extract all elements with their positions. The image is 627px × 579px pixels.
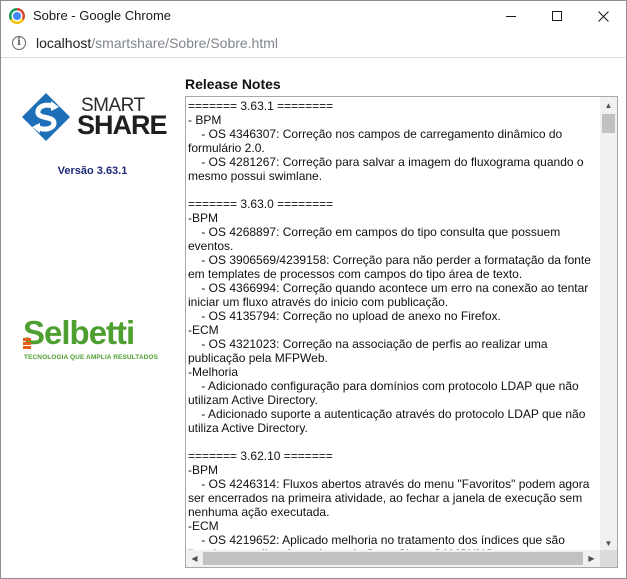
release-notes-text: ======= 3.63.1 ======== - BPM - OS 43463… <box>188 99 591 561</box>
smartshare-mark-icon <box>22 93 70 141</box>
left-panel: SMART SHARE Versão 3.63.1 Selbetti TECNO… <box>1 59 184 579</box>
selbetti-logo: Selbetti TECNOLOGIA QUE AMPLIA RESULTADO… <box>23 314 173 374</box>
scroll-left-icon[interactable]: ◀ <box>186 550 203 567</box>
minimize-icon <box>506 15 516 17</box>
url-text[interactable]: localhost/smartshare/Sobre/Sobre.html <box>36 35 278 51</box>
selbetti-tagline: TECNOLOGIA QUE AMPLIA RESULTADOS <box>24 354 159 361</box>
scrollbar-corner <box>600 550 617 567</box>
address-bar[interactable]: i localhost/smartshare/Sobre/Sobre.html <box>1 31 626 58</box>
selbetti-bars-icon <box>23 338 31 349</box>
chrome-icon <box>9 8 25 24</box>
horizontal-scroll-thumb[interactable] <box>203 552 583 565</box>
close-button[interactable] <box>580 1 626 31</box>
maximize-icon <box>552 11 562 21</box>
vertical-scrollbar[interactable]: ▲ ▼ <box>600 97 617 552</box>
horizontal-scrollbar[interactable]: ◀ ▶ <box>186 550 600 567</box>
title-bar: Sobre - Google Chrome <box>1 1 626 31</box>
scroll-right-icon[interactable]: ▶ <box>583 550 600 567</box>
selbetti-logo-name: Selbetti <box>23 314 135 351</box>
release-notes-title: Release Notes <box>185 76 281 92</box>
smartshare-logo: SMART SHARE <box>21 92 171 142</box>
url-path: /smartshare/Sobre/Sobre.html <box>91 35 279 51</box>
url-host: localhost <box>36 35 92 51</box>
minimize-button[interactable] <box>488 1 534 31</box>
vertical-scroll-thumb[interactable] <box>602 114 615 133</box>
release-notes-textarea[interactable]: ======= 3.63.1 ======== - BPM - OS 43463… <box>185 96 618 568</box>
version-label: Versão 3.63.1 <box>57 165 128 177</box>
info-icon[interactable]: i <box>12 36 26 50</box>
close-icon <box>597 10 609 22</box>
window-title: Sobre - Google Chrome <box>33 8 172 23</box>
smartshare-logo-line2: SHARE <box>77 110 168 140</box>
maximize-button[interactable] <box>534 1 580 31</box>
browser-window: Sobre - Google Chrome i localhost/smarts… <box>0 0 627 579</box>
scroll-up-icon[interactable]: ▲ <box>600 97 617 114</box>
